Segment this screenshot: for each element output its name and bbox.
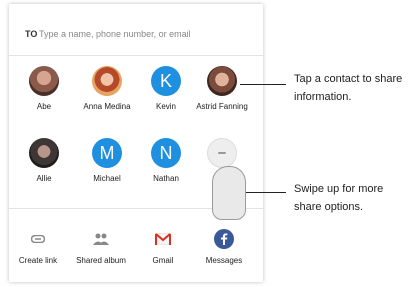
avatar-initial: K [159,70,172,91]
contact-name: Kevin [155,102,176,111]
callout-line-contact [240,84,286,85]
app-label: Messages [205,256,243,265]
contact-nathan[interactable]: N Nathan [134,138,198,183]
contact-astrid-fanning[interactable]: Astrid Fanning [190,66,254,111]
avatar-initial: N [159,142,173,163]
avatar-initial: M [99,142,115,163]
to-label: TO [25,29,38,39]
contact-abe[interactable]: Abe [12,66,76,111]
contact-allie[interactable]: Allie [12,138,76,183]
app-messages[interactable]: Messages [196,228,252,266]
app-gmail[interactable]: Gmail [135,228,191,266]
app-label: Create link [18,256,58,265]
avatar [207,66,237,96]
contact-name: Anna Medina [83,102,131,111]
swipe-finger-illustration [212,166,246,220]
facebook-messages-icon [213,228,235,250]
shared-album-icon [90,228,112,250]
to-field-row[interactable]: TO Type a name, phone number, or email [9,21,263,56]
contact-anna-medina[interactable]: Anna Medina [75,66,139,111]
avatar [92,66,122,96]
app-create-link[interactable]: Create link [10,228,66,266]
app-shared-album[interactable]: Shared album [73,228,129,266]
contact-name: Michael [93,174,121,183]
callout-line-swipe [246,192,286,193]
avatar: N [151,138,181,168]
share-sheet: TO Type a name, phone number, or email A… [9,4,263,282]
contact-michael[interactable]: M Michael [75,138,139,183]
contact-name: Allie [36,174,52,183]
app-label: Gmail [152,256,174,265]
contact-name: Abe [36,102,52,111]
contact-name: Nathan [153,174,179,183]
app-label: Shared album [76,256,126,265]
avatar: K [151,66,181,96]
recipient-input[interactable]: Type a name, phone number, or email [39,29,191,39]
callout-contact: Tap a contact to share information. [294,73,403,103]
link-icon [27,228,49,250]
avatar [29,66,59,96]
more-contacts-icon [207,138,237,168]
callout-swipe: Swipe up for more share options. [294,183,384,213]
contact-name: Astrid Fanning [196,102,248,111]
avatar [29,138,59,168]
avatar: M [92,138,122,168]
contact-kevin[interactable]: K Kevin [134,66,198,111]
gmail-icon [152,228,174,250]
